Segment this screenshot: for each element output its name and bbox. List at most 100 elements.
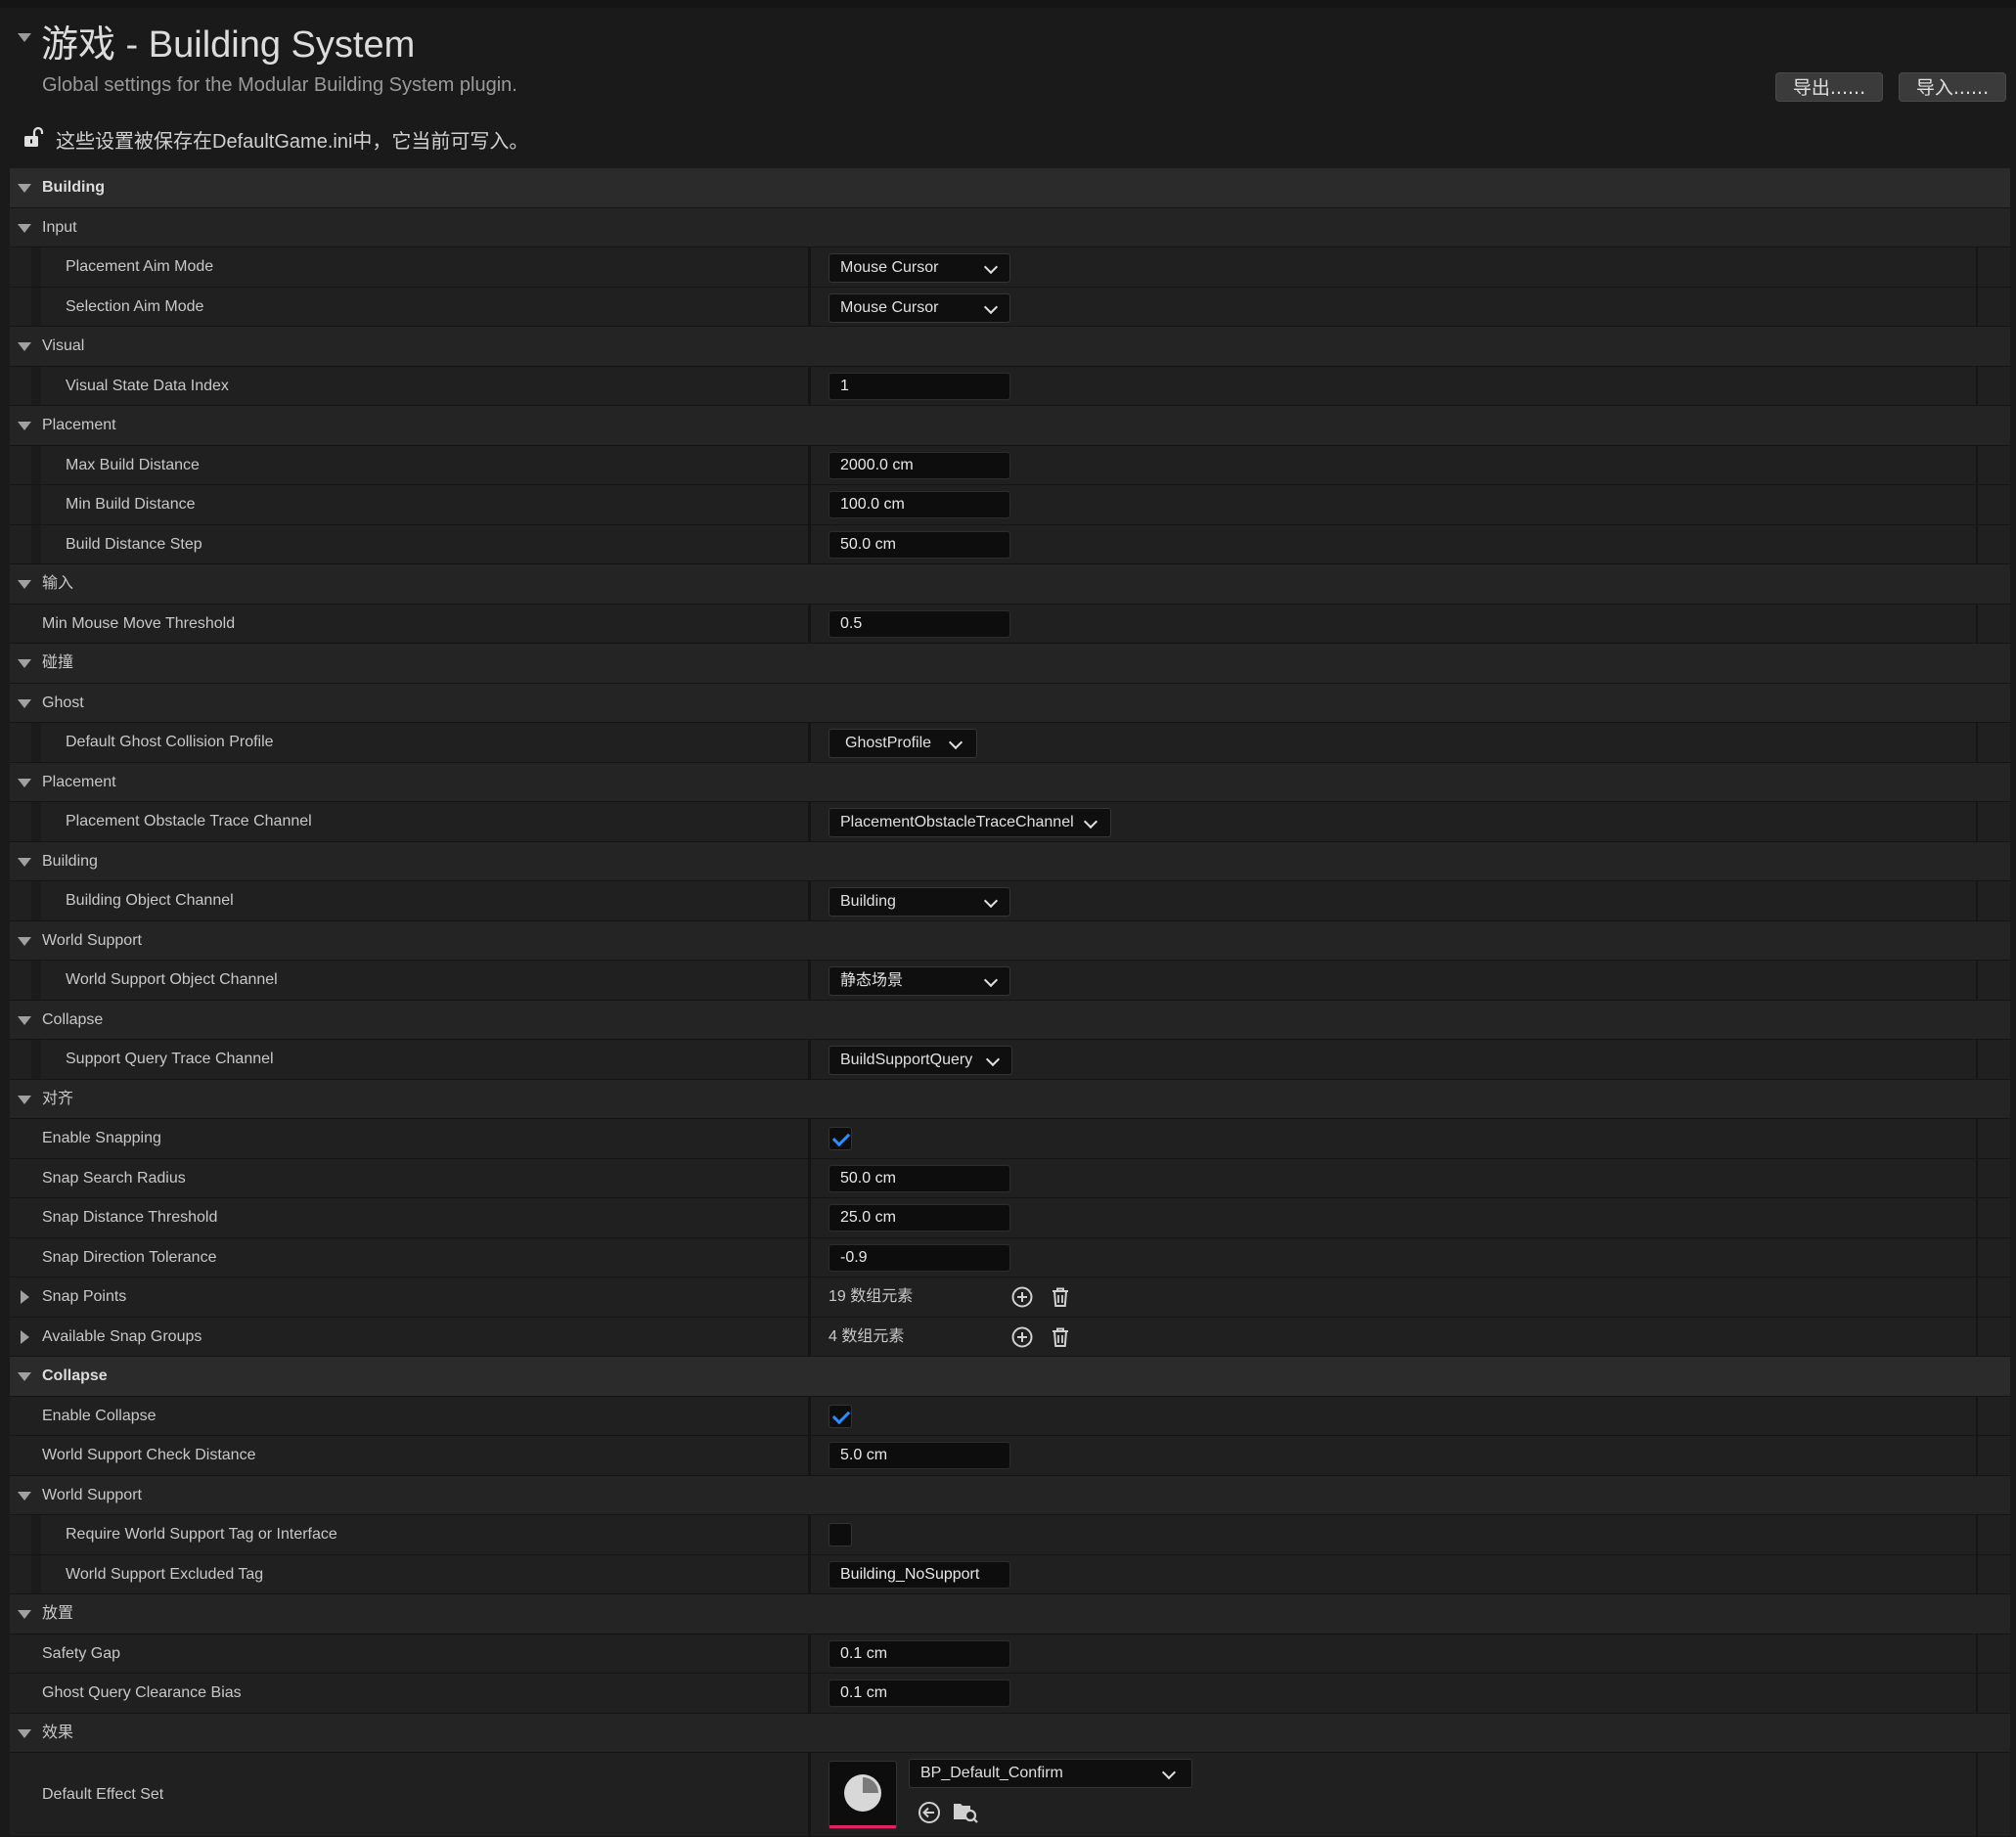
selection-aim-mode-dropdown[interactable]: Mouse Cursor	[829, 292, 1010, 323]
expand-arrow-icon[interactable]	[18, 1095, 31, 1104]
property-label: World Support Excluded Tag	[66, 1565, 264, 1583]
subcategory-effects[interactable]: 效果	[10, 1713, 2010, 1753]
dropdown-value: Building	[840, 893, 896, 910]
max-build-distance-input[interactable]: 2000.0 cm	[829, 451, 1010, 479]
expand-arrow-icon[interactable]	[18, 223, 31, 233]
snap-direction-tolerance-input[interactable]: -0.9	[829, 1243, 1010, 1272]
subcategory-collision-world-support[interactable]: World Support	[10, 920, 2010, 961]
require-world-support-tag-checkbox[interactable]	[829, 1523, 852, 1546]
chevron-down-icon	[1161, 1765, 1177, 1780]
property-row: Snap Distance Threshold 25.0 cm	[10, 1198, 2010, 1238]
expand-arrow-icon[interactable]	[18, 422, 31, 430]
building-object-channel-dropdown[interactable]: Building	[829, 887, 1010, 917]
subcategory-visual[interactable]: Visual	[10, 327, 2010, 367]
snap-distance-threshold-input[interactable]: 25.0 cm	[829, 1204, 1010, 1232]
property-label: Visual State Data Index	[66, 377, 229, 394]
subcategory-input[interactable]: Input	[10, 207, 2010, 247]
subcategory-label: Collapse	[42, 1010, 104, 1028]
expand-arrow-icon[interactable]	[18, 1015, 31, 1025]
expand-arrow-icon[interactable]	[18, 698, 31, 708]
world-support-excluded-tag-input[interactable]: Building_NoSupport	[829, 1560, 1010, 1589]
support-query-trace-channel-dropdown[interactable]: BuildSupportQuery	[829, 1046, 1012, 1075]
min-build-distance-input[interactable]: 100.0 cm	[829, 491, 1010, 518]
property-label: Placement Aim Mode	[66, 258, 214, 275]
build-distance-step-input[interactable]: 50.0 cm	[829, 530, 1010, 559]
dropdown-value: Mouse Cursor	[840, 298, 939, 316]
subcategory-label: World Support	[42, 1486, 142, 1503]
expand-arrow-icon[interactable]	[18, 778, 31, 787]
world-support-object-channel-dropdown[interactable]: 静态场景	[829, 966, 1010, 996]
property-row: Placement Obstacle Trace Channel Placeme…	[10, 802, 2010, 842]
subcategory-world-support[interactable]: World Support	[10, 1475, 2010, 1515]
property-label: Default Ghost Collision Profile	[66, 734, 274, 750]
placement-aim-mode-dropdown[interactable]: Mouse Cursor	[829, 253, 1010, 283]
property-row: Ghost Query Clearance Bias 0.1 cm	[10, 1674, 2010, 1714]
subcategory-collision[interactable]: 碰撞	[10, 644, 2010, 684]
world-support-check-distance-input[interactable]: 5.0 cm	[829, 1442, 1010, 1469]
expand-arrow-icon[interactable]	[21, 1329, 29, 1344]
expand-arrow-icon[interactable]	[18, 1491, 31, 1501]
property-row: Safety Gap 0.1 cm	[10, 1634, 2010, 1674]
visual-state-data-index-input[interactable]: 1	[829, 372, 1010, 400]
ghost-query-clearance-bias-input[interactable]: 0.1 cm	[829, 1680, 1010, 1707]
effect-set-dropdown[interactable]: BP_Default_Confirm	[909, 1759, 1192, 1788]
min-mouse-move-threshold-input[interactable]: 0.5	[829, 609, 1010, 638]
expand-arrow-icon[interactable]	[18, 659, 31, 668]
ghost-collision-profile-dropdown[interactable]: GhostProfile	[829, 729, 977, 758]
chevron-down-icon	[983, 893, 999, 909]
expand-arrow-icon[interactable]	[18, 580, 31, 589]
enable-collapse-checkbox[interactable]	[829, 1404, 852, 1428]
property-row: Build Distance Step 50.0 cm	[10, 524, 2010, 564]
expand-arrow-icon[interactable]	[18, 1372, 31, 1381]
property-label: World Support Check Distance	[42, 1447, 256, 1463]
expand-arrow-icon[interactable]	[18, 936, 31, 946]
property-label: Min Mouse Move Threshold	[42, 614, 236, 632]
subcategory-placement[interactable]: Placement	[10, 406, 2010, 446]
asset-thumbnail[interactable]	[829, 1761, 897, 1829]
delete-all-icon[interactable]	[1049, 1285, 1072, 1313]
expand-arrow-icon[interactable]	[21, 1290, 29, 1304]
property-row: Enable Snapping	[10, 1119, 2010, 1159]
expand-arrow-icon[interactable]	[18, 1610, 31, 1619]
add-element-icon[interactable]	[1010, 1285, 1034, 1313]
array-count: 4 数组元素	[829, 1327, 905, 1345]
safety-gap-input[interactable]: 0.1 cm	[829, 1639, 1010, 1668]
subcategory-label: 碰撞	[42, 654, 74, 671]
browse-to-asset-icon[interactable]	[952, 1800, 979, 1829]
add-element-icon[interactable]	[1010, 1325, 1034, 1353]
property-row: Default Effect Set BP_Default_Confirm	[10, 1753, 2010, 1837]
expand-arrow-icon[interactable]	[18, 1728, 31, 1738]
use-selected-icon[interactable]	[917, 1800, 942, 1829]
property-label: Ghost Query Clearance Bias	[42, 1684, 242, 1701]
export-button[interactable]: 导出......	[1775, 72, 1883, 102]
subcategory-collision-collapse[interactable]: Collapse	[10, 1000, 2010, 1040]
subcategory-placement-cn[interactable]: 放置	[10, 1594, 2010, 1635]
expand-arrow-icon[interactable]	[18, 184, 31, 193]
dropdown-value: 静态场景	[840, 972, 904, 989]
subcategory-input-cn[interactable]: 输入	[10, 564, 2010, 605]
category-collapse[interactable]: Collapse	[10, 1357, 2010, 1397]
subcategory-label: Placement	[42, 417, 116, 433]
expand-arrow-icon[interactable]	[18, 857, 31, 867]
property-row: Snap Search Radius 50.0 cm	[10, 1158, 2010, 1198]
import-button[interactable]: 导入......	[1899, 72, 2006, 102]
subcategory-snap[interactable]: 对齐	[10, 1079, 2010, 1119]
property-label: Support Query Trace Channel	[66, 1051, 274, 1067]
chevron-down-icon	[983, 259, 999, 275]
property-label: Default Effect Set	[42, 1786, 164, 1803]
enable-snapping-checkbox[interactable]	[829, 1127, 852, 1150]
subcategory-ghost[interactable]: Ghost	[10, 683, 2010, 723]
settings-header: 游戏 - Building System Global settings for…	[12, 8, 2016, 166]
expand-arrow-icon[interactable]	[18, 342, 31, 351]
category-building[interactable]: Building	[10, 168, 2010, 208]
property-label: Selection Aim Mode	[66, 297, 204, 315]
subcategory-collision-building[interactable]: Building	[10, 841, 2010, 881]
placement-obstacle-trace-channel-dropdown[interactable]: PlacementObstacleTraceChannel	[829, 808, 1111, 837]
subcategory-label: 效果	[42, 1724, 74, 1741]
collapse-header-icon[interactable]	[18, 33, 31, 42]
delete-all-icon[interactable]	[1049, 1325, 1072, 1353]
snap-search-radius-input[interactable]: 50.0 cm	[829, 1164, 1010, 1192]
property-row: Min Mouse Move Threshold 0.5	[10, 604, 2010, 644]
subcategory-collision-placement[interactable]: Placement	[10, 762, 2010, 802]
array-count: 19 数组元素	[829, 1288, 914, 1305]
